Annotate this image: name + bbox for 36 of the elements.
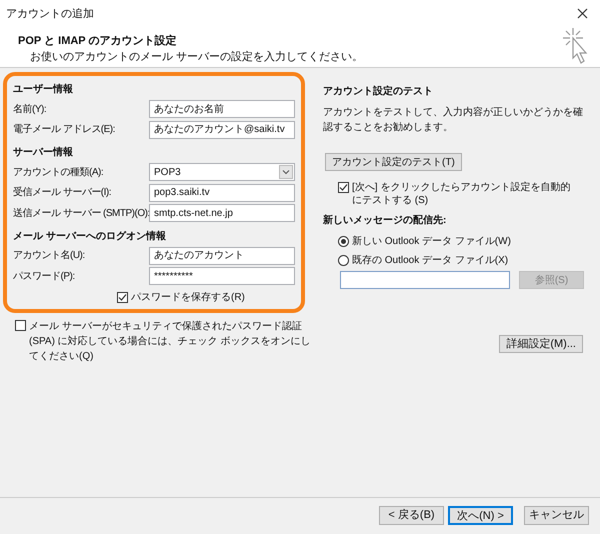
section-heading: サーバー情報 <box>13 146 74 160</box>
field-label: アカウント名(U): <box>13 249 86 264</box>
back-button[interactable]: < 戻る(B) <box>379 506 444 525</box>
field-label: 電子メール アドレス(E): <box>13 123 116 138</box>
section-heading: アカウント設定のテスト <box>323 84 434 99</box>
account-type-dropdown[interactable]: POP3 <box>149 163 295 182</box>
field-label: 名前(Y): <box>13 102 48 117</box>
test-description: アカウントをテストして、入力内容が正しいかどうかを確認することをお勧めします。 <box>323 106 584 135</box>
field-label: アカウントの種類(A): <box>13 166 104 180</box>
dropdown-caret-icon[interactable] <box>279 165 293 180</box>
section-heading: ユーザー情報 <box>13 82 74 97</box>
input-field[interactable]: あなたのアカウント@saiki.tv <box>149 120 295 139</box>
auto-test-checkbox[interactable]: [次へ] をクリックしたらアカウント設定を自動的にテストする (S) <box>338 181 590 207</box>
input-field[interactable]: あなたのお名前 <box>149 100 295 118</box>
radio-option[interactable]: 既存の Outlook データ ファイル(X) <box>338 253 590 268</box>
input-field[interactable]: あなたのアカウント <box>149 246 295 265</box>
section-heading: メール サーバーへのログオン情報 <box>13 230 167 244</box>
page-subtitle: お使いのアカウントのメール サーバーの設定を入力してください。 <box>29 50 364 65</box>
next-button[interactable]: 次へ(N) > <box>448 506 513 525</box>
data-file-path-field[interactable] <box>340 271 510 289</box>
field-label: 受信メール サーバー(I): <box>13 186 112 200</box>
page-heading: POP と IMAP のアカウント設定 <box>18 34 178 48</box>
field-label: 送信メール サーバー (SMTP)(O): <box>13 206 149 221</box>
window-title: アカウントの追加 <box>6 7 94 22</box>
more-settings-button[interactable]: 詳細設定(M)... <box>499 334 583 352</box>
save-password-checkbox[interactable]: パスワードを保存する(R) <box>117 290 295 304</box>
input-field[interactable]: smtp.cts-net.ne.jp <box>149 204 295 222</box>
input-field[interactable]: pop3.saiki.tv <box>149 184 295 202</box>
spa-checkbox[interactable]: メール サーバーがセキュリティで保護されたパスワード認証 (SPA) に対応している場合には、チェック ボックスをオンにしてください(Q) <box>15 318 315 364</box>
test-account-button[interactable]: アカウント設定のテスト(T) <box>325 153 462 171</box>
field-label: パスワード(P): <box>13 270 76 284</box>
cancel-button[interactable]: キャンセル <box>524 506 589 525</box>
section-heading: 新しいメッセージの配信先: <box>323 213 448 228</box>
radio-option[interactable]: 新しい Outlook データ ファイル(W) <box>338 234 590 249</box>
close-icon[interactable] <box>577 8 588 19</box>
input-field[interactable]: ********** <box>149 267 295 286</box>
